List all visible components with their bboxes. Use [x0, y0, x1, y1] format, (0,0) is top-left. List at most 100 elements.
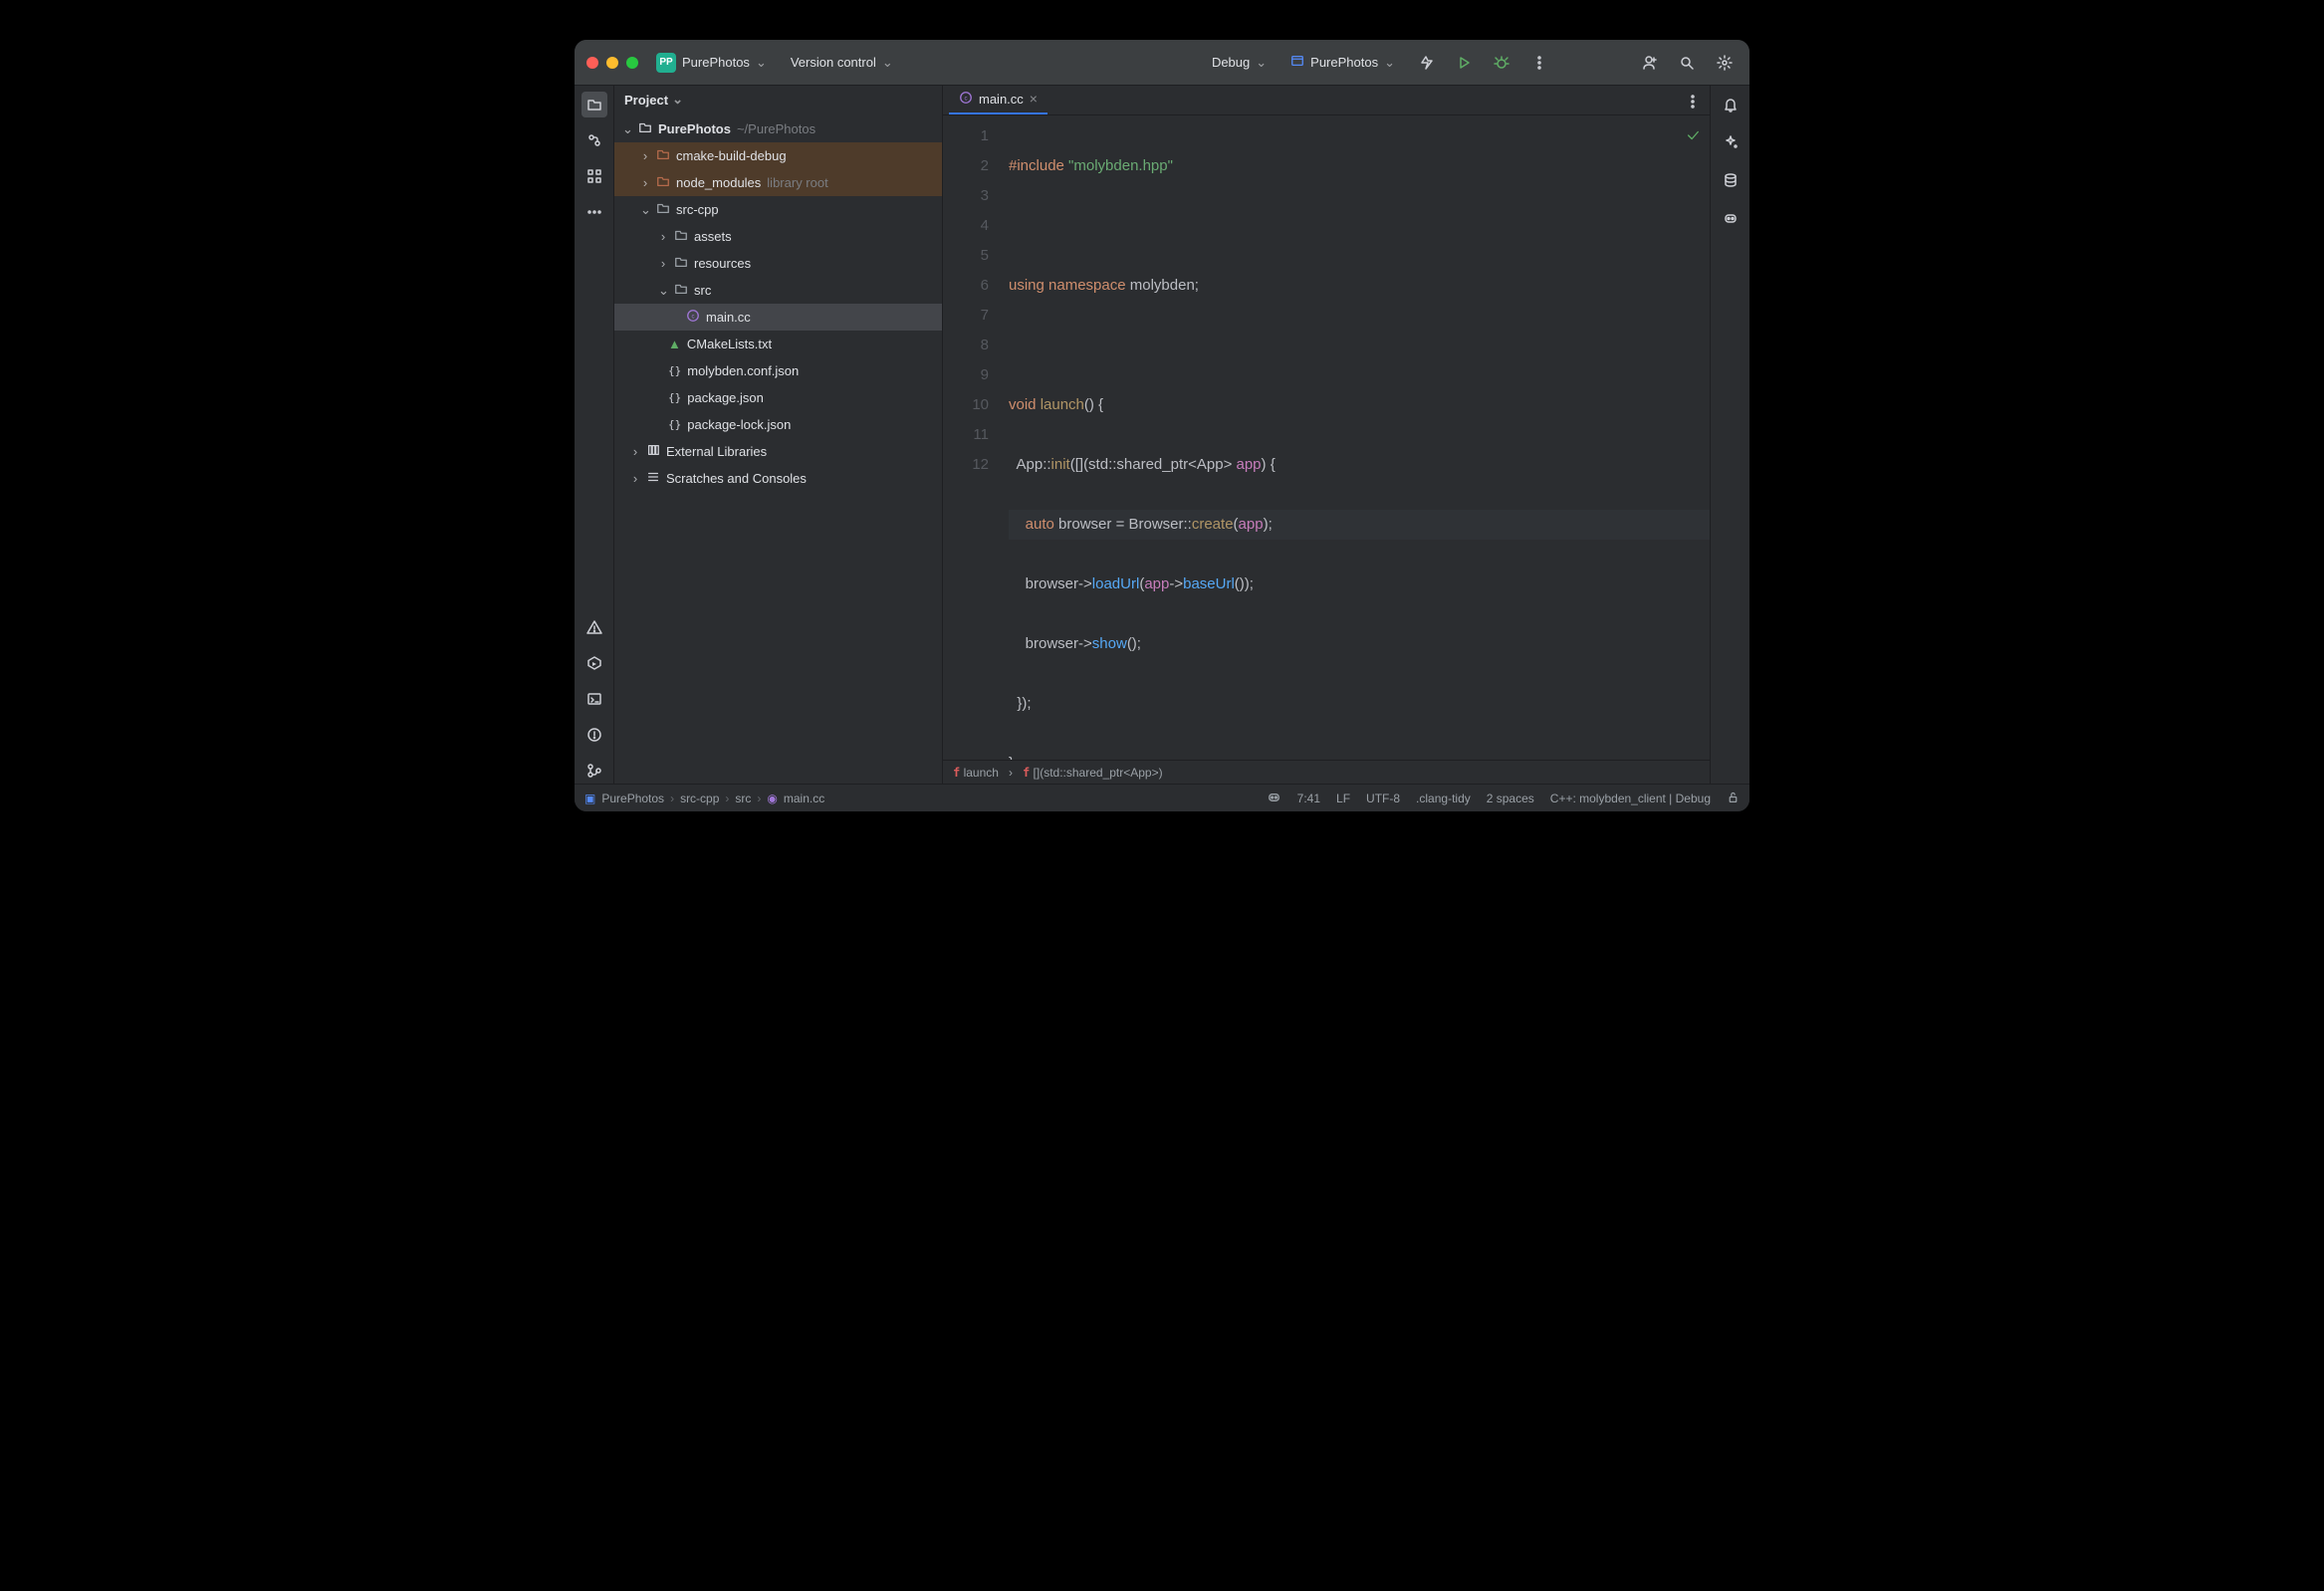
- breadcrumb-bar: f launch › f [](std::shared_ptr<App>): [943, 760, 1710, 784]
- analysis-ok-icon[interactable]: [1686, 123, 1700, 153]
- project-icon: [638, 120, 652, 137]
- vcs-label: Version control: [791, 55, 876, 70]
- tree-folder-assets[interactable]: › assets: [614, 223, 942, 250]
- services-tool-button[interactable]: [581, 650, 607, 676]
- json-file-icon: {}: [668, 364, 681, 377]
- status-encoding[interactable]: UTF-8: [1366, 792, 1400, 805]
- editor-tabs: c main.cc ×: [943, 86, 1710, 115]
- folder-icon: [674, 255, 688, 272]
- tree-scratches[interactable]: › Scratches and Consoles: [614, 465, 942, 492]
- window-icon: [1290, 54, 1304, 71]
- status-caret-pos[interactable]: 7:41: [1297, 792, 1320, 805]
- tree-folder-src[interactable]: ⌄ src: [614, 277, 942, 304]
- chevron-down-icon: ⌄: [756, 55, 767, 71]
- copilot-status-icon[interactable]: [1267, 790, 1281, 807]
- copilot-button[interactable]: [1718, 205, 1743, 231]
- close-tab-icon[interactable]: ×: [1030, 91, 1038, 107]
- tree-folder-resources[interactable]: › resources: [614, 250, 942, 277]
- tree-file-package-lock[interactable]: {} package-lock.json: [614, 411, 942, 438]
- tab-main-cc[interactable]: c main.cc ×: [949, 85, 1047, 114]
- project-badge-icon: PP: [656, 53, 676, 73]
- cpp-file-icon: ◉: [767, 792, 777, 805]
- notifications-button[interactable]: [1718, 92, 1743, 117]
- chevron-right-icon: ›: [640, 148, 650, 163]
- problems-tool-button[interactable]: [581, 614, 607, 640]
- tree-file-package[interactable]: {} package.json: [614, 384, 942, 411]
- tree-file-cmakelists[interactable]: ▲ CMakeLists.txt: [614, 331, 942, 357]
- library-icon: [646, 443, 660, 460]
- cpp-file-icon: c: [686, 309, 700, 326]
- target-selector[interactable]: PurePhotos ⌄: [1284, 50, 1401, 75]
- folder-icon: [674, 282, 688, 299]
- tree-root[interactable]: ⌄ PurePhotos ~/PurePhotos: [614, 115, 942, 142]
- project-name: PurePhotos: [682, 55, 750, 70]
- project-tool-button[interactable]: [581, 92, 607, 117]
- target-label: PurePhotos: [1310, 55, 1378, 70]
- debug-button[interactable]: [1489, 50, 1514, 76]
- more-actions-button[interactable]: [1526, 50, 1552, 76]
- run-config-selector[interactable]: Debug ⌄: [1206, 51, 1273, 75]
- folder-icon: [656, 147, 670, 164]
- right-tool-rail: [1710, 86, 1749, 784]
- titlebar: PP PurePhotos ⌄ Version control ⌄ Debug …: [575, 40, 1749, 86]
- structure-tool-button[interactable]: [581, 163, 607, 189]
- tree-external-libraries[interactable]: › External Libraries: [614, 438, 942, 465]
- terminal-tool-button[interactable]: [581, 686, 607, 712]
- run-button[interactable]: [1451, 50, 1477, 76]
- zoom-window-button[interactable]: [626, 57, 638, 69]
- editor-area: c main.cc × 123 456 789 101112: [943, 86, 1710, 784]
- tree-folder-cmake[interactable]: › cmake-build-debug: [614, 142, 942, 169]
- chevron-right-icon: ›: [630, 444, 640, 459]
- json-file-icon: {}: [668, 391, 681, 404]
- status-path[interactable]: ▣ PurePhotos› src-cpp› src› ◉ main.cc: [584, 792, 824, 805]
- chevron-down-icon: ⌄: [672, 92, 683, 108]
- chevron-down-icon: ⌄: [1256, 55, 1267, 71]
- tree-file-conf[interactable]: {} molybden.conf.json: [614, 357, 942, 384]
- lock-icon[interactable]: [1727, 791, 1740, 806]
- code-content: #include "molybden.hpp" using namespace …: [1003, 115, 1710, 760]
- chevron-right-icon: ›: [640, 175, 650, 190]
- vcs-menu[interactable]: Version control ⌄: [785, 51, 899, 75]
- settings-button[interactable]: [1712, 50, 1738, 76]
- svg-text:c: c: [691, 314, 694, 321]
- tree-folder-src-cpp[interactable]: ⌄ src-cpp: [614, 196, 942, 223]
- panel-title[interactable]: Project ⌄: [614, 86, 942, 114]
- tree-folder-node-modules[interactable]: › node_modules library root: [614, 169, 942, 196]
- ai-assistant-button[interactable]: [1718, 129, 1743, 155]
- project-selector[interactable]: PP PurePhotos ⌄: [650, 49, 773, 77]
- folder-icon: [656, 174, 670, 191]
- breadcrumb-item[interactable]: f launch: [953, 766, 999, 780]
- chevron-down-icon: ⌄: [622, 121, 632, 137]
- code-with-me-button[interactable]: [1636, 50, 1662, 76]
- tab-options-button[interactable]: [1680, 89, 1706, 114]
- tree-file-main[interactable]: c main.cc: [614, 304, 942, 331]
- project-tree: ⌄ PurePhotos ~/PurePhotos › cmake-build-…: [614, 114, 942, 784]
- status-line-sep[interactable]: LF: [1336, 792, 1350, 805]
- chevron-down-icon: ⌄: [1384, 55, 1395, 71]
- chevron-right-icon: ›: [658, 256, 668, 271]
- build-button[interactable]: [1413, 50, 1439, 76]
- chevron-down-icon: ⌄: [658, 283, 668, 299]
- chevron-right-icon: ›: [658, 229, 668, 244]
- breadcrumb-item[interactable]: f [](std::shared_ptr<App>): [1023, 766, 1163, 780]
- status-config[interactable]: C++: molybden_client | Debug: [1550, 792, 1711, 805]
- minimize-window-button[interactable]: [606, 57, 618, 69]
- chevron-down-icon: ⌄: [882, 55, 893, 71]
- status-indent[interactable]: 2 spaces: [1487, 792, 1534, 805]
- scratches-icon: [646, 470, 660, 487]
- database-button[interactable]: [1718, 167, 1743, 193]
- function-icon: f: [953, 766, 960, 780]
- close-window-button[interactable]: [586, 57, 598, 69]
- code-editor[interactable]: 123 456 789 101112 #include "molybden.hp…: [943, 115, 1710, 760]
- cmake-file-icon: ▲: [668, 337, 681, 351]
- more-tools-button[interactable]: [581, 199, 607, 225]
- ide-window: PP PurePhotos ⌄ Version control ⌄ Debug …: [575, 40, 1749, 811]
- search-button[interactable]: [1674, 50, 1700, 76]
- status-linter[interactable]: .clang-tidy: [1416, 792, 1471, 805]
- cpp-file-icon: c: [959, 91, 973, 108]
- folder-icon: [656, 201, 670, 218]
- todo-tool-button[interactable]: [581, 722, 607, 748]
- commit-tool-button[interactable]: [581, 127, 607, 153]
- project-panel: Project ⌄ ⌄ PurePhotos ~/PurePhotos ›: [614, 86, 943, 784]
- vcs-tool-button[interactable]: [581, 758, 607, 784]
